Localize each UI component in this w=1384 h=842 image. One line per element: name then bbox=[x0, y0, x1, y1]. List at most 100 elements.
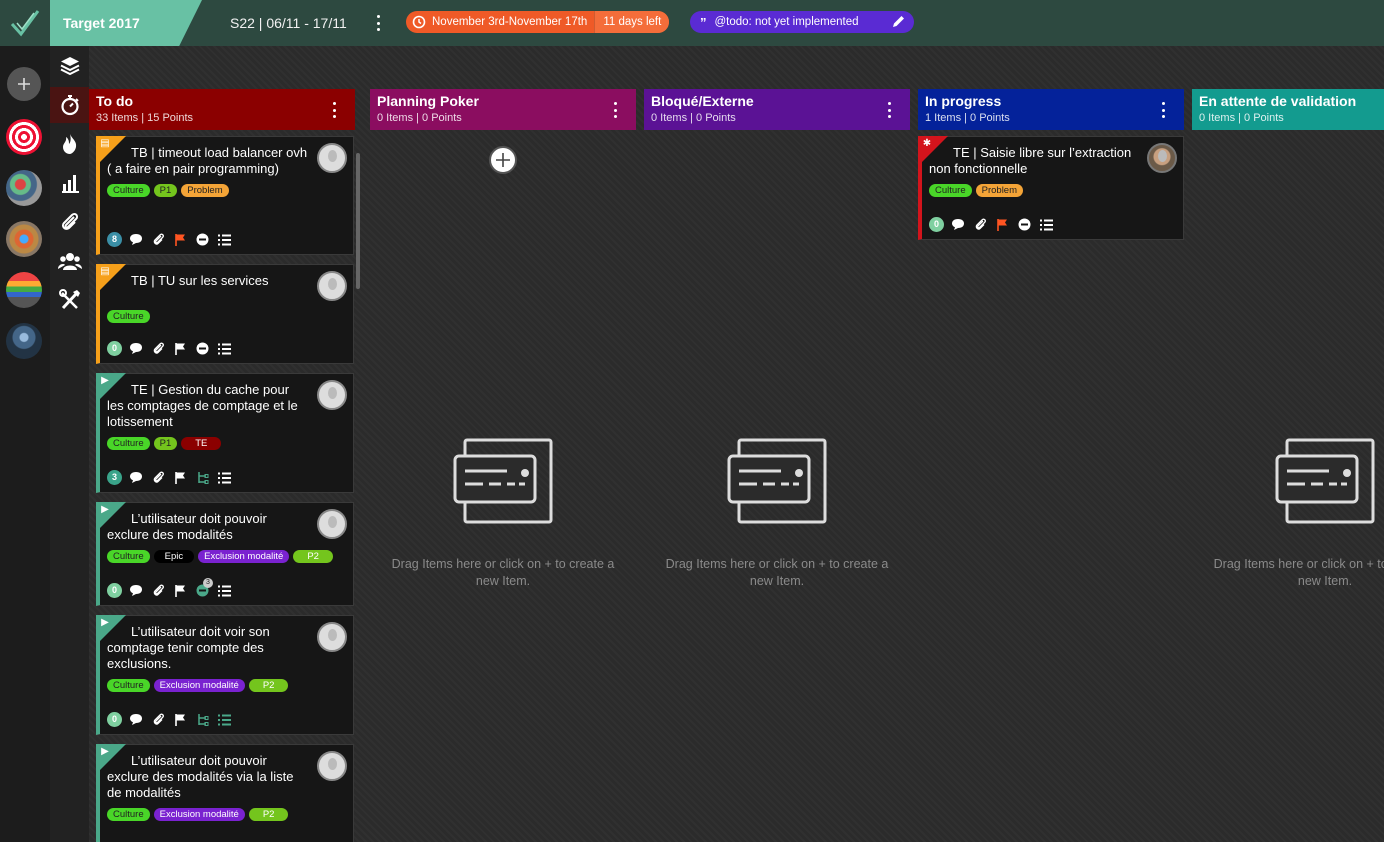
link-icon[interactable]: 3 bbox=[194, 577, 213, 598]
checklist-icon[interactable] bbox=[216, 342, 232, 356]
comment-icon[interactable] bbox=[128, 233, 144, 247]
link-icon[interactable] bbox=[194, 342, 210, 356]
tools-icon[interactable] bbox=[50, 282, 89, 318]
tag[interactable]: TE bbox=[181, 437, 222, 450]
column-title: Planning Poker bbox=[377, 93, 479, 109]
checklist-icon[interactable] bbox=[216, 471, 232, 485]
tag[interactable]: P2 bbox=[248, 679, 289, 692]
project-avatar-target[interactable] bbox=[6, 119, 42, 155]
add-item-button[interactable] bbox=[489, 146, 517, 174]
tree-icon[interactable] bbox=[194, 713, 210, 727]
flag-icon[interactable] bbox=[172, 233, 188, 247]
tag[interactable]: Culture bbox=[107, 437, 150, 450]
avatar[interactable] bbox=[317, 143, 347, 173]
tag[interactable]: Culture bbox=[107, 808, 150, 821]
item-card[interactable]: ▶ L’utilisateur doit pouvoir exclure des… bbox=[96, 502, 354, 606]
card-tags: Culture P1 Problem bbox=[100, 177, 353, 197]
empty-column-text: Drag Items here or click on + to create … bbox=[391, 557, 615, 588]
flag-icon[interactable] bbox=[172, 584, 188, 598]
avatar[interactable] bbox=[1147, 143, 1177, 173]
story-icon: ▶ bbox=[101, 617, 109, 628]
tag[interactable]: Exclusion modalité bbox=[198, 550, 290, 563]
tag[interactable]: Culture bbox=[929, 184, 972, 197]
comment-icon[interactable] bbox=[128, 584, 144, 598]
team-icon[interactable] bbox=[50, 243, 89, 279]
comment-icon[interactable] bbox=[128, 342, 144, 356]
link-icon[interactable] bbox=[194, 233, 210, 247]
flag-icon[interactable] bbox=[172, 471, 188, 485]
paperclip-icon[interactable] bbox=[150, 713, 166, 727]
item-card[interactable]: ▤ TB | timeout load balancer ovh ( a fai… bbox=[96, 136, 354, 255]
card-actions: 3 bbox=[107, 470, 232, 485]
checklist-icon[interactable] bbox=[1038, 218, 1054, 232]
comment-icon[interactable] bbox=[128, 471, 144, 485]
top-bar: Target 2017 S22 | 06/11 - 17/11 November… bbox=[0, 0, 1384, 46]
avatar[interactable] bbox=[317, 509, 347, 539]
flame-icon[interactable] bbox=[50, 126, 89, 162]
paperclip-icon[interactable] bbox=[150, 471, 166, 485]
item-card[interactable]: ✱ TE | Saisie libre sur l’extraction non… bbox=[918, 136, 1184, 240]
project-sidebar bbox=[0, 46, 50, 842]
paperclip-icon[interactable] bbox=[50, 204, 89, 240]
flag-icon[interactable] bbox=[994, 218, 1010, 232]
comment-icon[interactable] bbox=[950, 218, 966, 232]
checklist-icon[interactable] bbox=[216, 584, 232, 598]
paperclip-icon[interactable] bbox=[150, 584, 166, 598]
item-card[interactable]: ▤ TB | TU sur les services Culture 0 bbox=[96, 264, 354, 364]
avatar[interactable] bbox=[317, 380, 347, 410]
paperclip-icon[interactable] bbox=[972, 218, 988, 232]
checklist-icon[interactable] bbox=[216, 233, 232, 247]
layers-icon[interactable] bbox=[50, 48, 89, 84]
paperclip-icon[interactable] bbox=[150, 233, 166, 247]
comment-icon[interactable] bbox=[128, 713, 144, 727]
project-avatar-64[interactable] bbox=[6, 272, 42, 308]
add-project-button[interactable] bbox=[7, 67, 41, 101]
tag[interactable]: Culture bbox=[107, 184, 150, 197]
tag[interactable]: Culture bbox=[107, 550, 150, 563]
tag[interactable]: P2 bbox=[248, 808, 289, 821]
sprint-label[interactable]: S22 | 06/11 - 17/11 bbox=[230, 0, 347, 46]
tag[interactable]: P2 bbox=[293, 550, 333, 563]
project-avatar[interactable] bbox=[6, 221, 42, 257]
avatar[interactable] bbox=[317, 622, 347, 652]
checklist-icon[interactable] bbox=[216, 713, 232, 727]
kebab-menu-icon[interactable] bbox=[1158, 102, 1168, 118]
tag[interactable]: P1 bbox=[153, 437, 178, 450]
item-card[interactable]: ▶ L’utilisateur doit pouvoir exclure des… bbox=[96, 744, 354, 842]
task-count: 0 bbox=[107, 583, 122, 598]
bar-chart-icon[interactable] bbox=[50, 165, 89, 201]
avatar[interactable] bbox=[317, 751, 347, 781]
tag[interactable]: Culture bbox=[107, 310, 150, 323]
tag[interactable]: Epic bbox=[153, 550, 195, 563]
flag-icon[interactable] bbox=[172, 342, 188, 356]
kebab-menu-icon[interactable] bbox=[370, 13, 386, 33]
tree-icon[interactable] bbox=[194, 471, 210, 485]
empty-column-text: Drag Items here or click on + to create … bbox=[1213, 557, 1384, 588]
tag[interactable]: P1 bbox=[153, 184, 178, 197]
link-icon[interactable] bbox=[1016, 218, 1032, 232]
kebab-menu-icon[interactable] bbox=[884, 102, 894, 118]
item-card[interactable]: ▶ L’utilisateur doit voir son comptage t… bbox=[96, 615, 354, 735]
project-avatar[interactable] bbox=[6, 323, 42, 359]
column-header: En attente de validation 0 Items | 0 Poi… bbox=[1192, 89, 1384, 130]
tag[interactable]: Exclusion modalité bbox=[153, 679, 245, 692]
tag[interactable]: Exclusion modalité bbox=[153, 808, 245, 821]
stopwatch-icon[interactable] bbox=[50, 87, 89, 123]
sprint-goal-badge[interactable]: ” @todo: not yet implemented bbox=[690, 11, 914, 33]
checkmark-logo-icon[interactable] bbox=[0, 0, 50, 46]
tag[interactable]: Culture bbox=[107, 679, 150, 692]
avatar[interactable] bbox=[317, 271, 347, 301]
paperclip-icon[interactable] bbox=[150, 342, 166, 356]
item-card[interactable]: ▶ TE | Gestion du cache pour les comptag… bbox=[96, 373, 354, 493]
project-avatar[interactable] bbox=[6, 170, 42, 206]
project-title[interactable]: Target 2017 bbox=[50, 0, 202, 46]
kebab-menu-icon[interactable] bbox=[610, 102, 620, 118]
pencil-icon[interactable] bbox=[891, 14, 906, 32]
flag-icon[interactable] bbox=[172, 713, 188, 727]
days-left: 11 days left bbox=[594, 11, 670, 33]
card-title: L’utilisateur doit pouvoir exclure des m… bbox=[107, 511, 267, 542]
tag[interactable]: Problem bbox=[975, 184, 1023, 197]
kebab-menu-icon[interactable] bbox=[329, 102, 339, 118]
tag[interactable]: Problem bbox=[181, 184, 229, 197]
scrollbar[interactable] bbox=[356, 153, 360, 289]
